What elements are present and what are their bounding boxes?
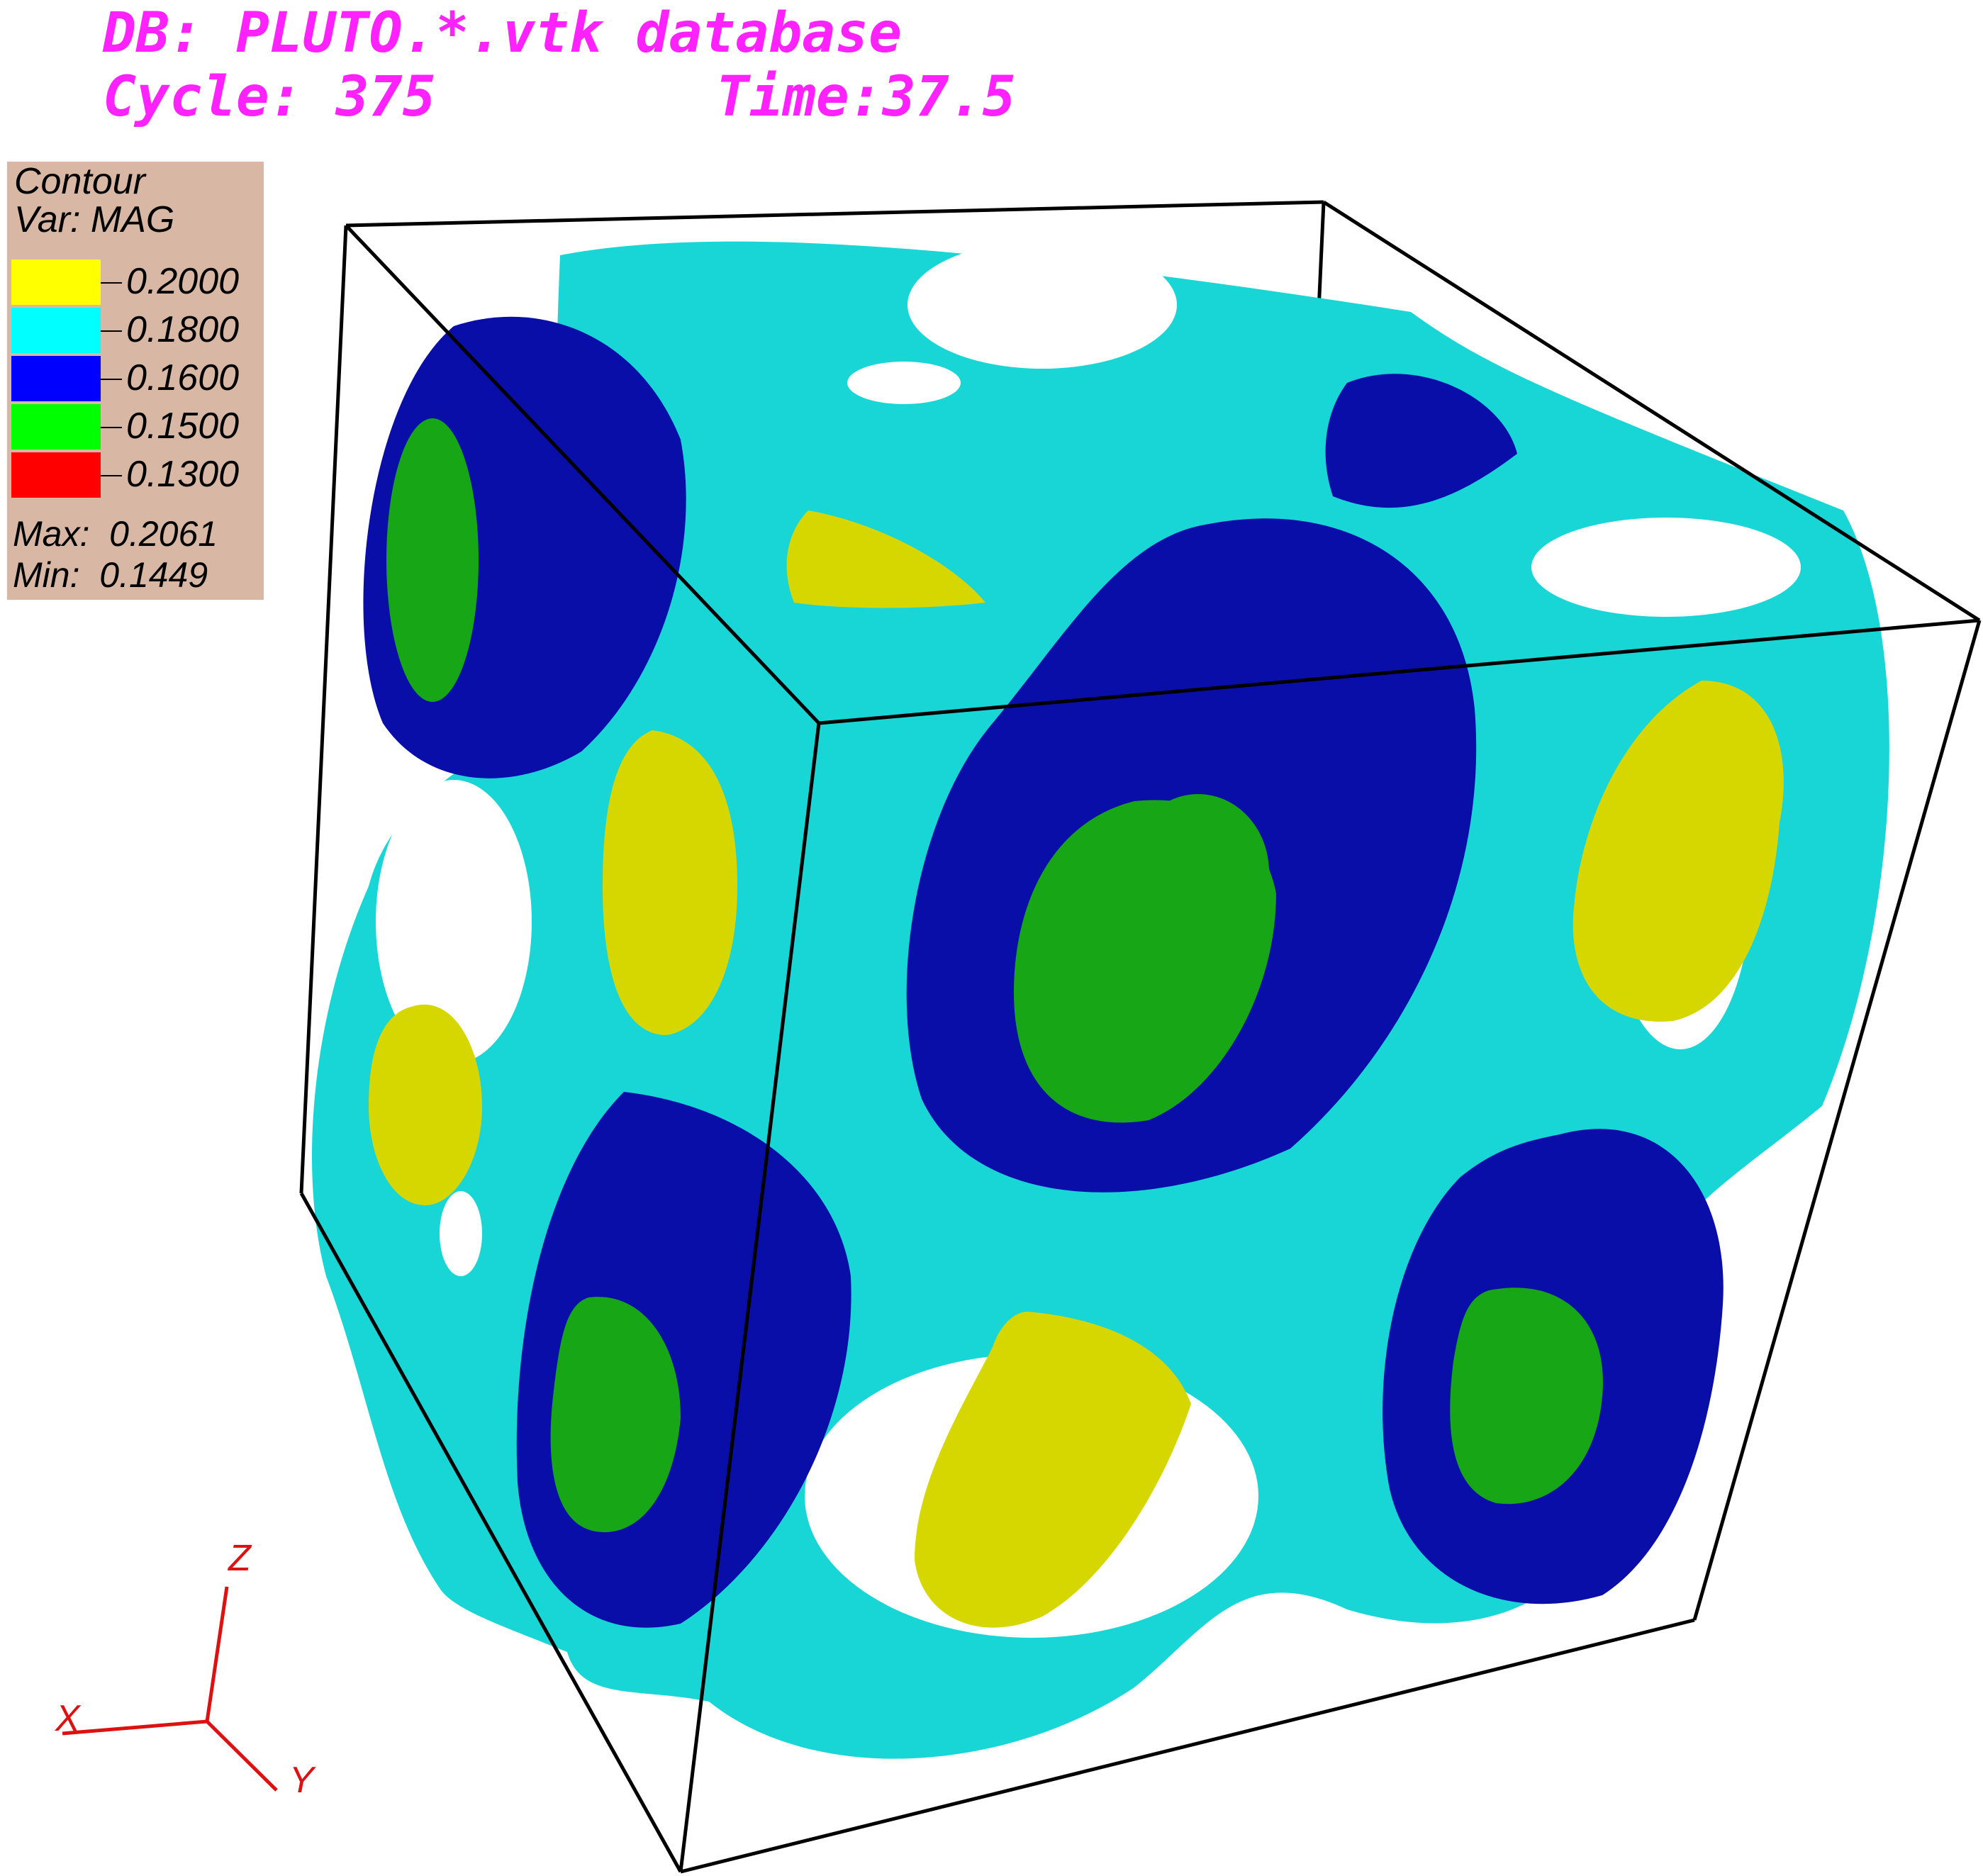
axis-triad xyxy=(62,1586,278,1792)
x-axis-label: X xyxy=(55,1698,80,1739)
x-axis-line xyxy=(62,1719,208,1736)
z-axis-line xyxy=(205,1586,229,1722)
z-axis-label: Z xyxy=(228,1538,251,1579)
y-axis-line xyxy=(206,1720,278,1792)
render-viewport xyxy=(62,200,1982,1874)
y-axis-label: Y xyxy=(289,1760,314,1801)
